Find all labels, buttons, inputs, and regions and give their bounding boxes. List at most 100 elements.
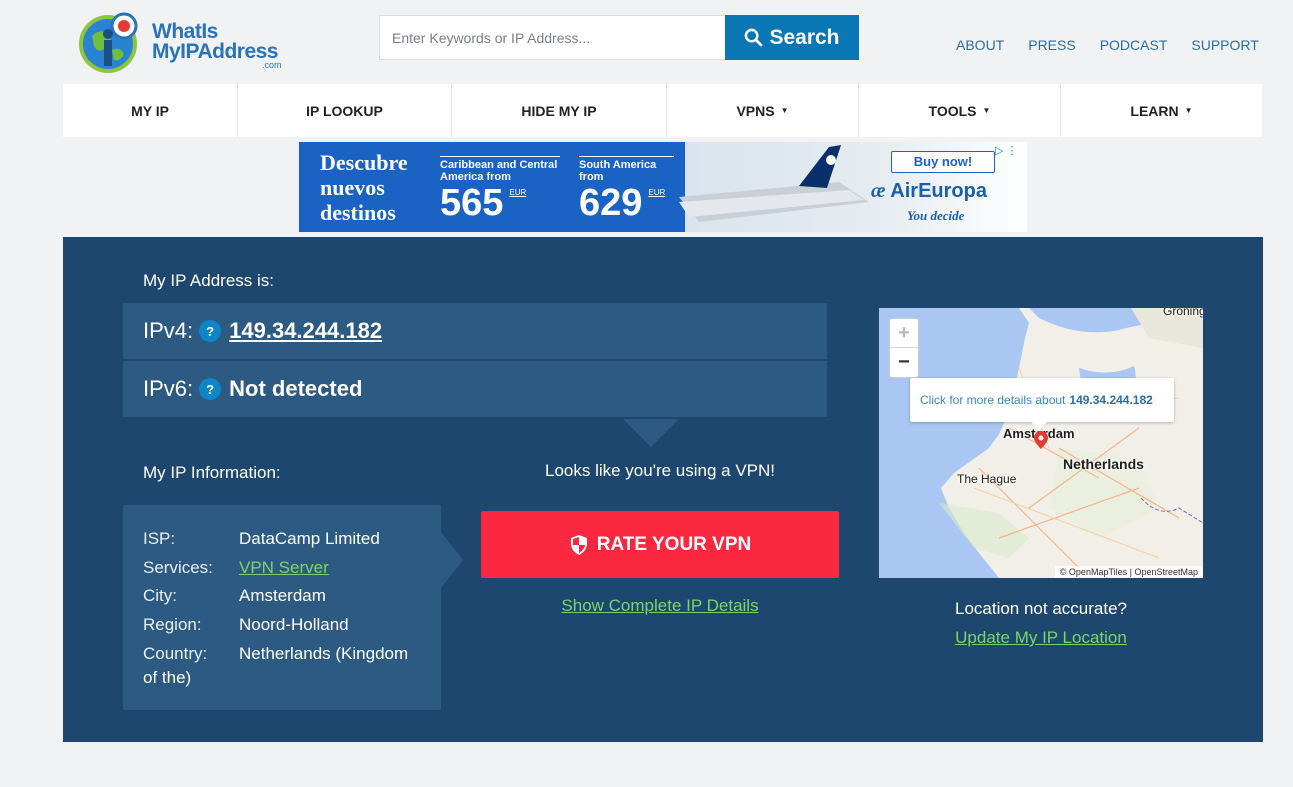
airplane-wing-image [679, 145, 869, 222]
chevron-down-icon: ▼ [780, 106, 789, 115]
info-value: DataCamp Limited [239, 529, 380, 548]
zoom-in-button[interactable]: + [890, 319, 918, 348]
map-label-hague: The Hague [957, 472, 1017, 486]
info-key: City: [143, 586, 177, 605]
location-map[interactable]: + − Click for more details about 149.34.2… [879, 308, 1203, 578]
top-link-podcast[interactable]: PODCAST [1100, 37, 1168, 53]
map-label-netherlands: Netherlands [1063, 456, 1144, 472]
info-country-wrap: of the) [143, 668, 192, 687]
ad-offer-south-america: South America from 629 EUR [579, 156, 674, 223]
ip-heading: My IP Address is: [143, 271, 275, 290]
top-links: ABOUT PRESS PODCAST SUPPORT [956, 37, 1283, 53]
ad-headline-line: nuevos [320, 175, 385, 200]
nav-item-learn[interactable]: LEARN ▼ [1061, 84, 1262, 137]
rate-vpn-label: RATE YOUR VPN [596, 533, 752, 555]
info-key: Region: [143, 614, 202, 634]
info-value: Noord-Holland [239, 614, 349, 634]
rate-vpn-button[interactable]: RATE YOUR VPN [481, 511, 839, 578]
ip-panel: My IP Address is: IPv4: ? 149.34.244.182… [63, 237, 1263, 742]
globe-logo-icon [79, 12, 138, 73]
nav-item-my-ip[interactable]: MY IP [63, 84, 238, 137]
ad-headline-line: destinos [320, 200, 396, 225]
main-nav: MY IP IP LOOKUP HIDE MY IP VPNS ▼ TOOLS ▼ … [63, 84, 1262, 137]
info-key: ISP: [143, 529, 176, 548]
map-label-groningen: Groning [1163, 308, 1203, 318]
nav-label: HIDE MY IP [521, 102, 597, 119]
ad-banner[interactable]: Descubre nuevos destinos Caribbean and C… [299, 142, 1027, 232]
pointer-arrow [623, 419, 679, 447]
ad-offer-price: 629 [579, 182, 643, 224]
info-key: Country: [143, 644, 208, 663]
ipv6-label: IPv6: [143, 376, 194, 401]
ad-brand: æ AirEuropa [871, 180, 987, 203]
ipv6-value: Not detected [229, 376, 363, 401]
info-heading: My IP Information: [143, 463, 281, 482]
shield-icon [570, 534, 587, 555]
show-details-link[interactable]: Show Complete IP Details [481, 596, 839, 616]
info-row-region: Region: Noord-Holland [143, 611, 441, 640]
ad-offer-currency: EUR [509, 188, 527, 197]
ipv4-row: IPv4: ? 149.34.244.182 [123, 303, 827, 359]
chevron-down-icon: ▼ [982, 106, 991, 115]
nav-label: TOOLS [928, 102, 977, 119]
ipv4-label: IPv4: [143, 318, 194, 343]
search-button[interactable]: Search [725, 15, 859, 60]
services-link[interactable]: VPN Server [239, 554, 441, 583]
info-row-city: City: Amsterdam [143, 582, 441, 611]
map-popup[interactable]: Click for more details about 149.34.244.1… [910, 378, 1174, 422]
info-row-services: Services: VPN Server [143, 554, 441, 583]
ad-offer-label: South America from [579, 156, 674, 183]
info-row-isp: ISP: DataCamp Limited [143, 525, 441, 554]
logo-suffix: .com [262, 60, 282, 70]
chevron-down-icon: ▼ [1184, 106, 1193, 115]
top-link-press[interactable]: PRESS [1028, 37, 1075, 53]
logo-line1: WhatIs [152, 20, 218, 43]
ad-buy-now-button[interactable]: Buy now! [891, 151, 995, 173]
info-key: Services: [143, 557, 213, 577]
search-bar: Search [379, 15, 859, 60]
search-button-label: Search [769, 25, 840, 49]
top-link-about[interactable]: ABOUT [956, 37, 1004, 53]
ad-headline-line: Descubre [320, 150, 408, 175]
logo-text: WhatIs MyIPAddress [152, 20, 279, 63]
location-pin-icon[interactable] [1034, 431, 1048, 449]
info-value: Netherlands (Kingdom [239, 644, 409, 663]
ad-offer-label: Caribbean and Central America from [440, 156, 560, 183]
nav-item-vpns[interactable]: VPNS ▼ [667, 84, 859, 137]
search-icon [745, 28, 763, 47]
nav-label: IP LOOKUP [306, 102, 383, 119]
info-row-country: Country: Netherlands (Kingdom [143, 642, 441, 666]
update-location-link[interactable]: Update My IP Location [879, 628, 1203, 648]
zoom-control: + − [889, 318, 919, 378]
nav-label: LEARN [1130, 102, 1179, 119]
ad-offer-price: 565 [440, 182, 504, 224]
zoom-out-button[interactable]: − [890, 348, 918, 377]
vpn-message: Looks like you're using a VPN! [544, 461, 776, 480]
ad-choices-icon[interactable]: ▷ ⋮ [995, 144, 1018, 157]
help-icon[interactable]: ? [199, 320, 222, 342]
ipv4-value[interactable]: 149.34.244.182 [229, 318, 382, 344]
popup-text: Click for more details about [920, 393, 1066, 407]
search-input[interactable] [379, 15, 725, 60]
popup-ip: 149.34.244.182 [1069, 393, 1153, 407]
location-question: Location not accurate? [954, 599, 1127, 618]
ad-offer-currency: EUR [648, 188, 666, 197]
info-value: Amsterdam [239, 586, 326, 605]
nav-label: VPNS [736, 102, 775, 119]
ad-brand-name: AirEuropa [890, 180, 987, 202]
ipv6-row: IPv6: ? Not detected [123, 361, 827, 417]
ad-headline: Descubre nuevos destinos [320, 150, 408, 225]
pointer-arrow [441, 532, 463, 588]
help-icon[interactable]: ? [199, 378, 222, 400]
brand-mark-icon: æ [871, 180, 886, 202]
nav-item-hide-my-ip[interactable]: HIDE MY IP [452, 84, 667, 137]
top-link-support[interactable]: SUPPORT [1191, 37, 1258, 53]
nav-item-ip-lookup[interactable]: IP LOOKUP [238, 84, 452, 137]
ip-info-box: ISP: DataCamp Limited Services: VPN Serv… [123, 505, 441, 710]
site-logo[interactable]: WhatIs MyIPAddress .com [78, 10, 288, 80]
map-attribution[interactable]: © OpenMapTiles | OpenStreetMap [1054, 566, 1203, 578]
ad-slogan: You decide [907, 208, 965, 223]
ad-offer-caribbean: Caribbean and Central America from 565 EU… [440, 156, 560, 223]
logo-line2: MyIPAddress [152, 40, 279, 63]
nav-item-tools[interactable]: TOOLS ▼ [859, 84, 1061, 137]
